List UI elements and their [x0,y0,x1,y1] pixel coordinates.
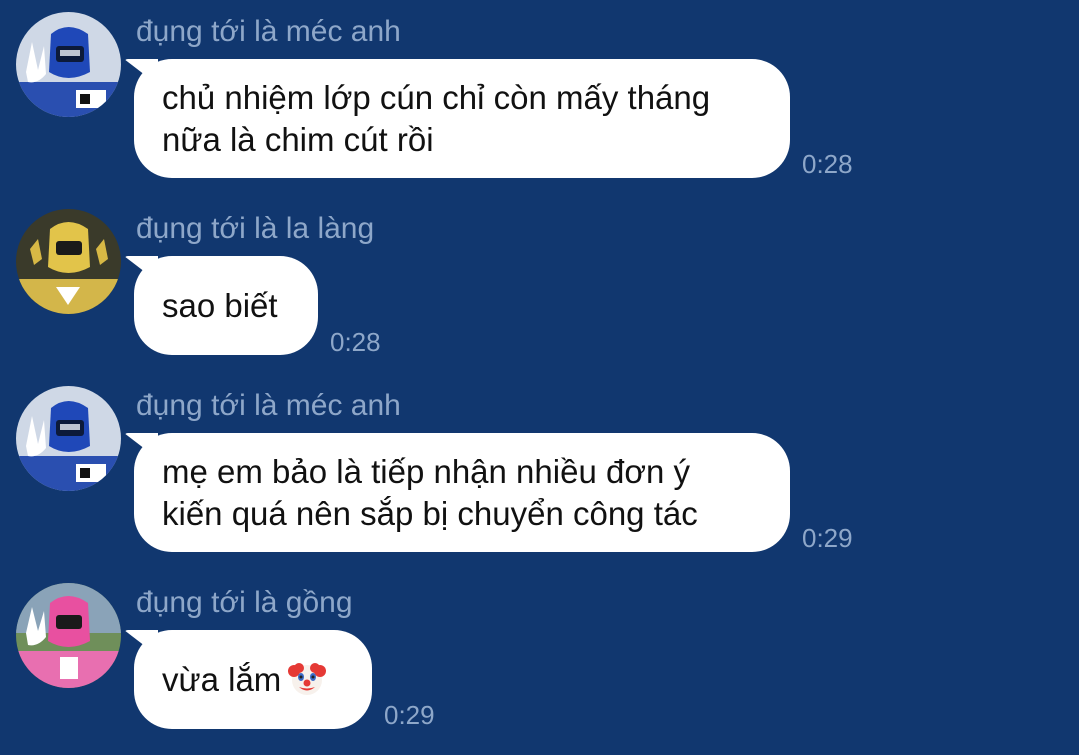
blue-ranger-avatar[interactable] [16,12,121,117]
clown-face-icon [287,659,327,699]
message-text: sao biết [162,286,278,324]
chat-window: đụng tới là méc anh chủ nhiệm lớp cún ch… [0,0,1079,755]
message-bubble[interactable]: mẹ em bảo là tiếp nhận nhiều đơn ý kiến … [134,433,790,552]
message-timestamp: 0:29 [384,700,435,730]
message-text-content: vừa lắm [162,660,282,698]
message-timestamp: 0:29 [802,523,853,553]
message-text: chủ nhiệm lớp cún chỉ còn mấy tháng nữa … [162,78,711,158]
message-text: mẹ em bảo là tiếp nhận nhiều đơn ý kiến … [162,452,698,532]
message-bubble[interactable]: sao biết [134,256,318,355]
message-text: vừa lắm [162,659,327,701]
sender-name: đụng tới là la làng [136,212,375,245]
message-bubble[interactable]: chủ nhiệm lớp cún chỉ còn mấy tháng nữa … [134,59,790,178]
message-bubble[interactable]: vừa lắm [134,630,372,729]
sender-name: đụng tới là méc anh [136,389,401,422]
sender-name: đụng tới là méc anh [136,15,401,48]
yellow-ranger-avatar[interactable] [16,209,121,314]
sender-name: đụng tới là gồng [136,586,353,619]
pink-ranger-avatar[interactable] [16,583,121,688]
message-timestamp: 0:28 [330,327,381,357]
blue-ranger-avatar[interactable] [16,386,121,491]
message-timestamp: 0:28 [802,149,853,179]
